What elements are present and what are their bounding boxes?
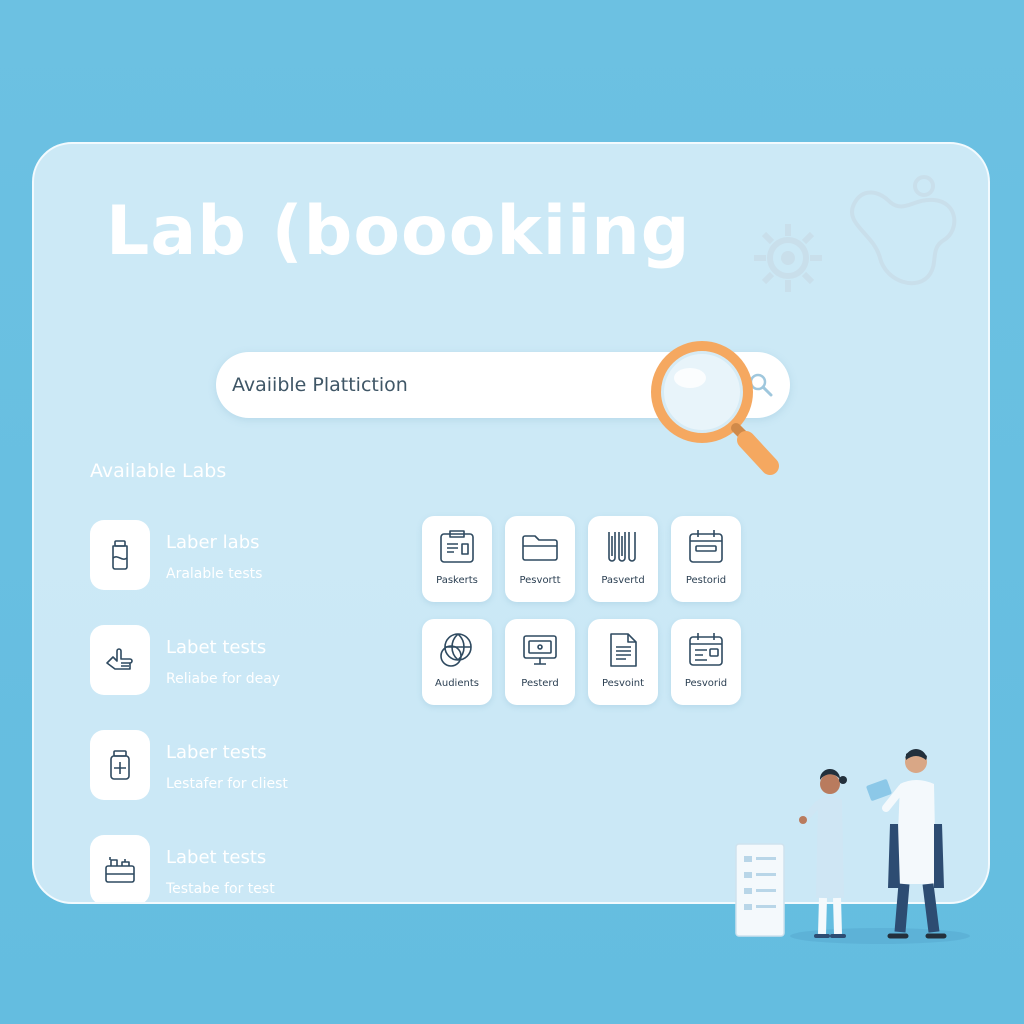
service-tile[interactable]: Audients: [422, 619, 492, 705]
tile-label: Pesvortt: [519, 575, 561, 586]
lab-name: Laber labs: [166, 532, 260, 553]
service-tile[interactable]: Pasvertd: [588, 516, 658, 602]
lab-item[interactable]: Labet tests Reliabe for deay: [90, 625, 380, 695]
service-tile[interactable]: Pesterd: [505, 619, 575, 705]
available-labs-heading: Available Labs: [90, 460, 227, 482]
service-tile[interactable]: Pesvortt: [505, 516, 575, 602]
medicine-jar-icon: [110, 750, 130, 780]
toolbox-icon: [105, 857, 135, 883]
lab-staff-illustration: [735, 749, 970, 944]
tile-label: Pestorid: [685, 575, 727, 586]
lab-name: Labet tests: [166, 847, 267, 868]
service-tile-grid: Paskerts Pesvortt Pasvertd Pestorid Audi…: [422, 516, 752, 706]
lab-item[interactable]: Laber tests Lestafer for cliest: [90, 730, 380, 800]
magnifier-icon: [651, 341, 779, 475]
schedule-icon: [689, 633, 723, 666]
monitor-icon: [523, 635, 557, 665]
lab-description: Lestafer for cliest: [166, 776, 288, 792]
clipboard-icon: [440, 530, 474, 563]
lab-icon-container: [90, 835, 150, 902]
service-tile[interactable]: Paskerts: [422, 516, 492, 602]
tile-label: Pesvoint: [601, 678, 645, 689]
tile-label: Paskerts: [436, 575, 478, 586]
tile-label: Pesterd: [521, 678, 559, 689]
hand-icon: [106, 648, 133, 670]
lab-description: Testabe for test: [166, 881, 275, 897]
tile-label: Pesvorid: [684, 678, 728, 689]
calendar-icon: [689, 530, 723, 563]
globe-icon: [440, 633, 472, 667]
man-figure: [866, 749, 947, 939]
folder-icon: [522, 535, 558, 561]
lab-description: Aralable tests: [166, 566, 263, 582]
checklist-board: [735, 843, 785, 937]
service-tile[interactable]: Pestorid: [671, 516, 741, 602]
document-icon: [610, 633, 637, 667]
lab-icon-container: [90, 730, 150, 800]
test-tubes-icon: [608, 532, 636, 562]
tile-label: Pasvertd: [601, 575, 645, 586]
lab-name: Labet tests: [166, 637, 267, 658]
woman-figure: [799, 768, 847, 938]
lab-description: Reliabe for deay: [166, 671, 281, 687]
tile-label: Audients: [435, 678, 479, 689]
lab-item[interactable]: Labet tests Testabe for test: [90, 835, 380, 902]
blob-icon: [850, 175, 957, 286]
lab-item[interactable]: Laber labs Aralable tests: [90, 520, 380, 590]
service-tile[interactable]: Pesvorid: [671, 619, 741, 705]
gear-icon: [754, 224, 822, 292]
bottle-icon: [112, 540, 128, 570]
page-title: Lab (boookiing: [106, 192, 691, 271]
search-input[interactable]: [230, 362, 634, 408]
lab-icon-container: [90, 625, 150, 695]
service-tile[interactable]: Pesvoint: [588, 619, 658, 705]
lab-icon-container: [90, 520, 150, 590]
lab-name: Laber tests: [166, 742, 267, 763]
